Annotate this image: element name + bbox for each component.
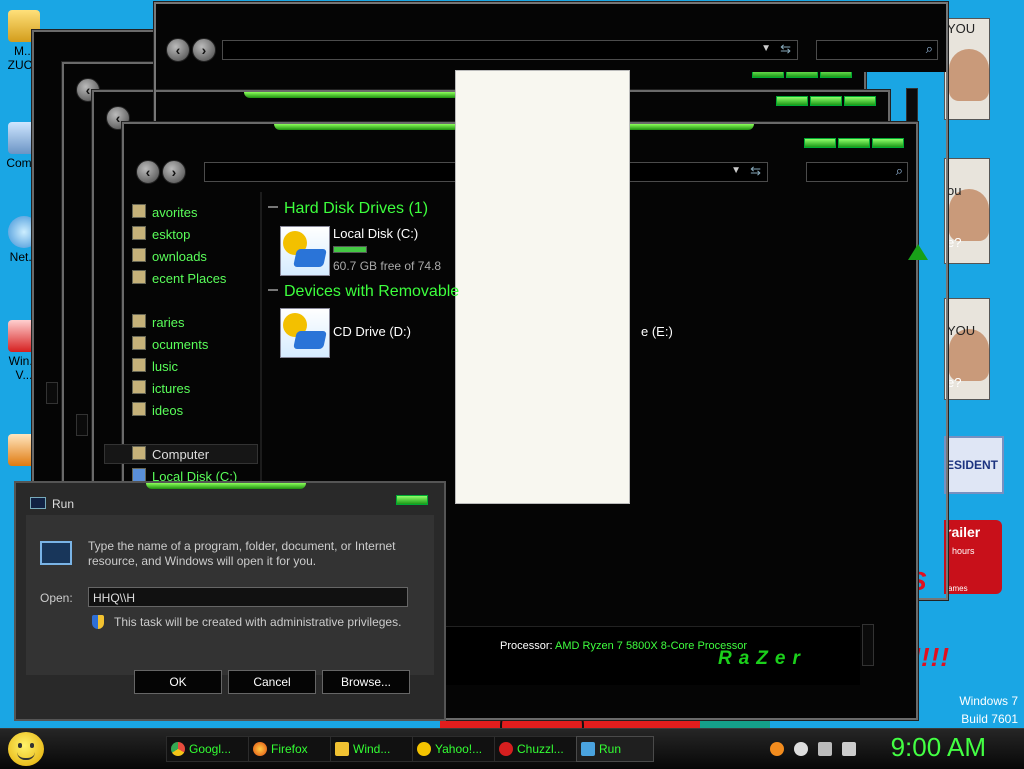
recent-places-icon (132, 270, 146, 284)
address-bar[interactable]: ▼ ⇆ (222, 40, 798, 60)
local-disk-usage-bar (333, 246, 367, 253)
nav-favorites[interactable]: avorites (132, 204, 198, 220)
search-icon: ⌕ (895, 163, 903, 178)
local-disk-free-space: 60.7 GB free of 74.8 (333, 259, 442, 273)
library-icon (132, 314, 146, 328)
desktop-photo-3[interactable]: YOU e? (944, 298, 990, 400)
nav-videos[interactable]: ideos (132, 402, 183, 418)
photo-caption: YOU (947, 21, 976, 36)
nav-recent-places[interactable]: ecent Places (132, 270, 226, 286)
open-combobox[interactable]: HHQ\\H (88, 587, 408, 607)
cd-drive-icon[interactable] (280, 308, 330, 358)
nav-desktop[interactable]: esktop (132, 226, 190, 242)
search-input[interactable]: ⌕ (816, 40, 938, 60)
processor-info: Processor: AMD Ryzen 7 5800X 8-Core Proc… (500, 640, 747, 652)
start-button[interactable] (8, 732, 44, 766)
cd-drive-name[interactable]: CD Drive (D:) (333, 324, 411, 339)
president-badge-text: ESIDENT (946, 458, 999, 472)
chuzzle-icon (499, 742, 513, 756)
volume-icon[interactable] (842, 742, 856, 756)
preview-pane (455, 70, 630, 504)
photo-caption: YOU (947, 323, 976, 338)
back-icon[interactable]: ‹ (136, 160, 160, 184)
local-disk-icon[interactable] (280, 226, 330, 276)
scrollbar-thumb[interactable] (862, 624, 874, 666)
search-tray-icon[interactable] (770, 742, 784, 756)
documents-icon (132, 336, 146, 350)
browse-button[interactable]: Browse... (322, 670, 410, 694)
group-header-hard-disks[interactable]: Hard Disk Drives (1) (268, 200, 428, 218)
open-label: Open: (40, 591, 73, 605)
chevron-down-icon[interactable]: ▼ (761, 43, 771, 54)
run-icon (581, 742, 595, 756)
photo-caption-tail: e? (947, 375, 962, 390)
network-tray-icon[interactable] (818, 742, 832, 756)
desktop-photo-1[interactable]: YOU (944, 18, 990, 120)
refresh-icon[interactable]: ⇆ (780, 41, 791, 57)
folder-icon (335, 742, 349, 756)
firefox-icon (253, 742, 267, 756)
removable-drive-name[interactable]: e (E:) (641, 324, 673, 339)
forward-icon[interactable]: › (192, 38, 216, 62)
nav-pictures[interactable]: ictures (132, 380, 190, 396)
windows-build-number: Build 7601 (961, 712, 1018, 726)
scroll-up-icon[interactable] (908, 244, 928, 260)
star-icon (132, 204, 146, 218)
photo-caption: ou (947, 183, 962, 198)
music-icon (132, 358, 146, 372)
windows-build-os: Windows 7 (959, 694, 1018, 708)
shield-icon (92, 615, 104, 629)
chrome-icon (171, 742, 185, 756)
ok-button[interactable]: OK (134, 670, 222, 694)
nav-libraries[interactable]: raries (132, 314, 185, 330)
razer-logo: RaZer (718, 648, 807, 669)
run-description: Type the name of a program, folder, docu… (88, 539, 396, 568)
close-button[interactable] (396, 495, 428, 505)
clock[interactable]: 9:00 AM (891, 732, 986, 763)
computer-icon (132, 446, 146, 460)
videos-icon (132, 402, 146, 416)
trailer-subtext: hours (952, 546, 975, 556)
search-input[interactable]: ⌕ (806, 162, 908, 182)
search-icon: ⌕ (925, 41, 933, 56)
nav-computer[interactable]: Computer (132, 446, 209, 462)
desktop-icon (132, 226, 146, 240)
run-dialog[interactable]: Run Type the name of a program, folder, … (14, 481, 446, 721)
admin-note: This task will be created with administr… (114, 615, 402, 629)
president-badge[interactable]: ESIDENT (944, 436, 1004, 494)
run-icon (30, 497, 46, 509)
forward-icon[interactable]: › (162, 160, 186, 184)
yahoo-icon (417, 742, 431, 756)
games-text: ames (948, 584, 968, 593)
window-controls[interactable] (804, 138, 904, 148)
group-header-removable[interactable]: Devices with Removable (268, 283, 459, 301)
chevron-down-icon[interactable]: ▼ (731, 165, 741, 176)
trailer-badge[interactable]: railer hours ames (944, 520, 1002, 594)
back-icon[interactable]: ‹ (166, 38, 190, 62)
nav-downloads[interactable]: ownloads (132, 248, 207, 264)
minus-tray-icon[interactable] (794, 742, 808, 756)
local-disk-name[interactable]: Local Disk (C:) (333, 226, 418, 241)
desktop-photo-2[interactable]: ou e? (944, 158, 990, 264)
run-program-icon (40, 541, 72, 565)
cancel-button[interactable]: Cancel (228, 670, 316, 694)
photo-caption-tail: e? (947, 235, 962, 250)
pictures-icon (132, 380, 146, 394)
navigation-bar: ‹ › ▼ ⇆ ⌕ (164, 38, 938, 62)
refresh-icon[interactable]: ⇆ (750, 163, 761, 179)
nav-music[interactable]: lusic (132, 358, 178, 374)
run-title: Run (52, 497, 75, 511)
taskbar-item-run[interactable]: Run (576, 736, 654, 762)
downloads-icon (132, 248, 146, 262)
trailer-text: railer (946, 524, 981, 540)
drive-icon (132, 468, 146, 482)
nav-documents[interactable]: ocuments (132, 336, 208, 352)
